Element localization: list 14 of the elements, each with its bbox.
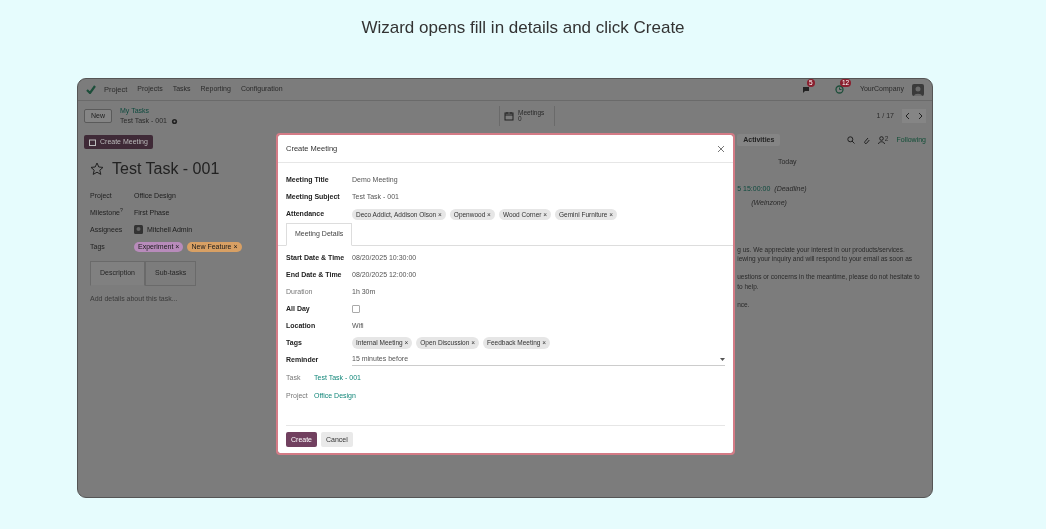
person-icon[interactable] <box>877 136 885 144</box>
close-icon[interactable] <box>717 144 725 153</box>
clock-icon[interactable] <box>834 85 844 94</box>
paperclip-icon[interactable] <box>862 136 870 144</box>
user-avatar-icon <box>134 225 143 235</box>
caret-icon <box>720 357 725 362</box>
star-icon[interactable] <box>90 162 104 177</box>
search-icon[interactable] <box>846 136 855 144</box>
chat-icon[interactable] <box>801 85 811 94</box>
checkbox[interactable] <box>352 305 360 313</box>
user-avatar-icon[interactable] <box>912 83 924 96</box>
task-title: Test Task - 001 <box>112 159 220 180</box>
caption: Wizard opens fill in details and click Create <box>360 17 686 39</box>
checkmark-logo-icon <box>86 85 96 94</box>
